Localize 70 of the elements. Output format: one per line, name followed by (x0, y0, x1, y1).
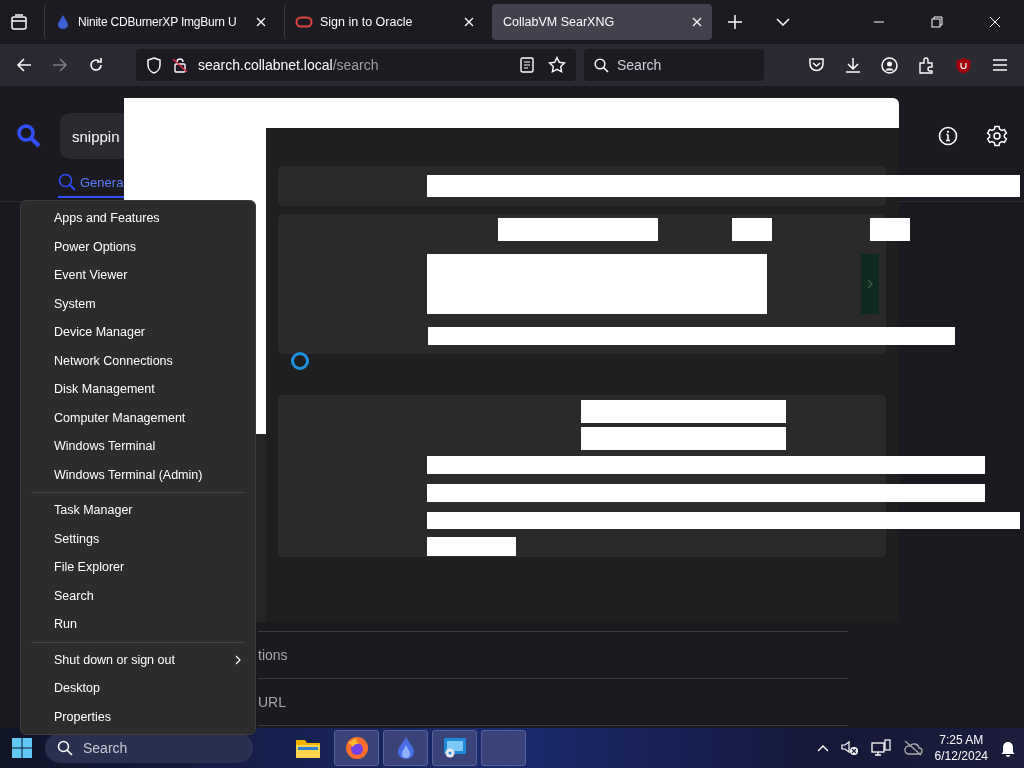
menu-item[interactable]: Properties (21, 702, 255, 731)
search-field[interactable]: Search (584, 49, 764, 81)
taskbar-app[interactable] (432, 730, 477, 766)
clock-date[interactable]: 6/12/2024 (934, 748, 988, 764)
star-icon[interactable] (548, 56, 566, 74)
browser-tab[interactable]: CollabVM SearXNG (492, 4, 712, 40)
bell-icon[interactable] (1000, 739, 1016, 757)
forward-icon[interactable] (52, 57, 68, 73)
clock-time[interactable]: 7:25 AM (939, 732, 984, 748)
option-label[interactable]: URL (258, 694, 286, 710)
folder-icon (294, 737, 321, 759)
menu-item[interactable]: File Explorer (21, 553, 255, 582)
insecure-lock-icon (172, 57, 188, 73)
browser-tab[interactable]: Ninite CDBurnerXP ImgBurn U (44, 4, 276, 40)
back-icon[interactable] (16, 57, 32, 73)
menu-item[interactable]: Disk Management (21, 375, 255, 404)
search-icon (58, 173, 76, 191)
blank-placeholder (732, 218, 772, 241)
menu-item[interactable]: Windows Terminal (21, 432, 255, 461)
cloud-off-icon[interactable] (902, 740, 923, 756)
menu-item[interactable]: Search (21, 581, 255, 610)
menu-item[interactable]: Run (21, 610, 255, 639)
menu-item[interactable]: System (21, 289, 255, 318)
download-icon[interactable] (845, 57, 861, 73)
monitor-icon (442, 737, 467, 759)
menu-item[interactable]: Computer Management (21, 403, 255, 432)
menu-item[interactable]: Settings (21, 524, 255, 553)
close-tab-icon[interactable] (692, 17, 702, 27)
search-icon (594, 57, 609, 73)
restore-icon[interactable] (931, 16, 943, 28)
option-label[interactable]: tions (258, 647, 288, 663)
browser-tab[interactable]: Sign in to Oracle (284, 4, 484, 40)
new-tab-icon[interactable] (728, 15, 742, 29)
pocket-icon[interactable] (808, 57, 825, 73)
account-icon[interactable] (881, 56, 898, 74)
muted-speaker-icon[interactable] (840, 740, 859, 756)
menu-icon[interactable] (992, 58, 1008, 72)
menu-item[interactable]: Shut down or sign out (21, 645, 255, 674)
reload-icon[interactable] (88, 57, 104, 73)
extensions-icon[interactable] (918, 56, 935, 74)
menu-item[interactable]: Task Manager (21, 496, 255, 525)
chevron-right-icon (867, 279, 873, 289)
search-icon (57, 740, 73, 756)
menu-item[interactable]: Windows Terminal (Admin) (21, 460, 255, 489)
start-icon[interactable] (11, 737, 33, 759)
info-icon[interactable] (938, 126, 958, 146)
taskbar-search[interactable]: Search (45, 733, 253, 763)
menu-item[interactable]: Power Options (21, 232, 255, 261)
menu-item[interactable]: Device Manager (21, 318, 255, 347)
menu-item[interactable]: Apps and Features (21, 204, 255, 233)
settings-icon[interactable] (986, 125, 1008, 147)
close-tab-icon[interactable] (256, 17, 266, 27)
shield-extension-icon[interactable] (955, 56, 972, 74)
dropdown-icon[interactable] (776, 18, 790, 26)
loading-spinner-icon (290, 351, 310, 371)
shield-icon (146, 56, 162, 74)
reader-view-icon[interactable] (520, 57, 534, 73)
network-icon[interactable] (870, 739, 891, 757)
tab-list-icon[interactable] (10, 13, 28, 31)
search-logo-icon[interactable] (16, 123, 42, 149)
menu-item[interactable]: Desktop (21, 674, 255, 703)
menu-item[interactable]: Network Connections (21, 346, 255, 375)
close-tab-icon[interactable] (464, 17, 474, 27)
chevron-up-icon[interactable] (816, 744, 829, 752)
firefox-icon (344, 736, 369, 760)
oval-logo-icon (295, 16, 313, 28)
menu-item[interactable]: Event Viewer (21, 261, 255, 290)
close-icon[interactable] (989, 16, 1001, 28)
blank-placeholder (870, 218, 910, 241)
address-bar[interactable]: search.collabnet.local/search (136, 49, 576, 81)
